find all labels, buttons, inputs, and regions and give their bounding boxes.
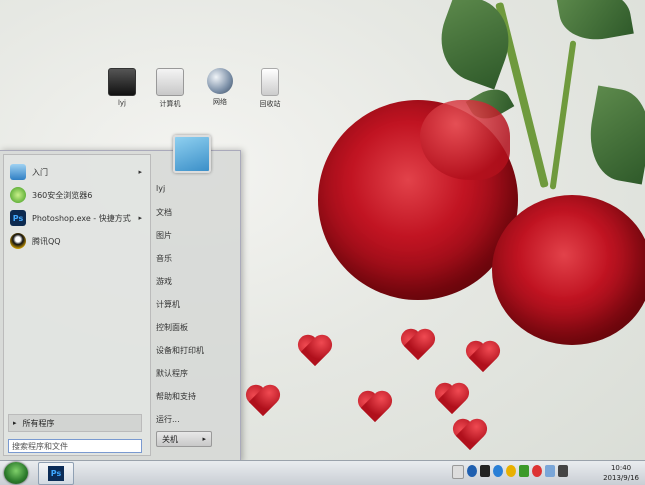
heart-petal: [452, 420, 488, 452]
all-programs-label: 所有程序: [22, 418, 55, 428]
start-link-devices-printers[interactable]: 设备和打印机: [156, 345, 204, 356]
all-programs-button[interactable]: ▸ 所有程序: [8, 414, 142, 432]
program-item-360-browser[interactable]: 360安全浏览器6: [6, 184, 146, 206]
taskbar-photoshop-button[interactable]: Ps: [38, 462, 74, 485]
photoshop-icon: Ps: [48, 466, 64, 481]
start-link-user[interactable]: lyj: [156, 184, 165, 193]
program-label: Photoshop.exe - 快捷方式: [32, 213, 131, 223]
desktop-icon-label: 回收站: [259, 100, 281, 108]
help-icon[interactable]: [467, 465, 477, 477]
flag-icon[interactable]: [532, 465, 542, 477]
start-link-run[interactable]: 运行...: [156, 414, 180, 425]
heart-petal: [297, 336, 333, 368]
start-link-control-panel[interactable]: 控制面板: [156, 322, 188, 333]
start-link-documents[interactable]: 文档: [156, 207, 172, 218]
program-label: 腾讯QQ: [32, 236, 61, 246]
shutdown-button[interactable]: 关机 ▸: [156, 431, 212, 447]
heart-petal: [434, 384, 470, 416]
clock-time: 10:40: [610, 464, 632, 472]
taskbar-clock[interactable]: 10:40 2013/9/16: [603, 463, 639, 483]
keyboard-icon[interactable]: [452, 465, 464, 479]
start-link-music[interactable]: 音乐: [156, 253, 172, 264]
red-rose: [492, 195, 645, 345]
clock-date: 2013/9/16: [603, 474, 639, 482]
start-link-pictures[interactable]: 图片: [156, 230, 172, 241]
shutdown-options-arrow-icon[interactable]: ▸: [202, 435, 206, 443]
user-account-picture[interactable]: [173, 135, 211, 173]
desktop-icon-recycle-bin[interactable]: 回收站: [248, 68, 292, 109]
taskbar: Ps 10:40 2013/9/16: [0, 460, 645, 485]
display-icon[interactable]: [545, 465, 555, 477]
user-folder-icon: [108, 68, 136, 96]
heart-petal: [465, 342, 501, 374]
search-placeholder: 搜索程序和文件: [12, 441, 68, 451]
qq-penguin-icon: [10, 233, 26, 249]
start-link-default-programs[interactable]: 默认程序: [156, 368, 188, 379]
heart-petal: [357, 392, 393, 424]
photoshop-icon: Ps: [10, 210, 26, 226]
submenu-arrow-icon: ▸: [138, 168, 142, 176]
start-link-help-support[interactable]: 帮助和支持: [156, 391, 196, 402]
rose-leaf: [428, 0, 522, 90]
submenu-arrow-icon: ▸: [138, 214, 142, 222]
rose-leaf: [556, 0, 634, 46]
program-item-getting-started[interactable]: 入门 ▸: [6, 161, 146, 183]
heart-petal: [245, 386, 281, 418]
program-label: 入门: [32, 167, 48, 177]
desktop-icon-label: 网络: [213, 98, 227, 106]
volume-icon[interactable]: [558, 465, 568, 477]
getting-started-icon: [10, 164, 26, 180]
rose-leaf: [582, 85, 645, 185]
desktop-icon-label: lyj: [117, 99, 127, 107]
start-link-computer[interactable]: 计算机: [156, 299, 180, 310]
desktop-icon-computer[interactable]: 计算机: [148, 68, 192, 109]
program-item-qq[interactable]: 腾讯QQ: [6, 230, 146, 252]
rose-stem: [549, 40, 577, 190]
network-globe-icon: [207, 68, 233, 94]
shutdown-label: 关机: [162, 434, 178, 444]
heart-petal: [400, 330, 436, 362]
qq-tray-icon[interactable]: [506, 465, 516, 477]
input-method-icon[interactable]: [480, 465, 490, 477]
start-menu: 入门 ▸ 360安全浏览器6 Ps Photoshop.exe - 快捷方式 ▸…: [0, 150, 241, 462]
360-browser-icon: [10, 187, 26, 203]
program-item-photoshop[interactable]: Ps Photoshop.exe - 快捷方式 ▸: [6, 207, 146, 229]
recycle-bin-icon: [261, 68, 279, 96]
desktop-icon-lyj[interactable]: lyj: [100, 68, 144, 107]
desktop-icon-label: 计算机: [159, 100, 181, 108]
security-icon[interactable]: [519, 465, 529, 477]
system-tray: [452, 465, 568, 479]
desktop-icon-network[interactable]: 网络: [198, 68, 242, 107]
windows-start-orb[interactable]: [4, 462, 28, 484]
computer-icon: [156, 68, 184, 96]
network-status-icon[interactable]: [493, 465, 503, 477]
search-input[interactable]: 搜索程序和文件: [8, 439, 142, 453]
right-arrow-icon: ▸: [13, 419, 17, 427]
start-link-games[interactable]: 游戏: [156, 276, 172, 287]
program-label: 360安全浏览器6: [32, 190, 93, 200]
start-menu-programs-pane: 入门 ▸ 360安全浏览器6 Ps Photoshop.exe - 快捷方式 ▸…: [3, 154, 151, 456]
